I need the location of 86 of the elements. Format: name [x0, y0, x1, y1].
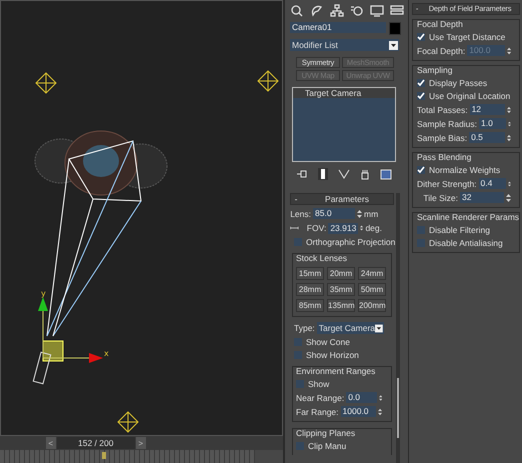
unit-label: deg. — [365, 223, 382, 233]
lens-button[interactable]: 50mm — [358, 283, 386, 296]
spinner-field[interactable]: 12 — [470, 104, 506, 115]
axis-label: y — [41, 289, 46, 298]
checkbox-label: Show Cone — [306, 337, 350, 347]
type-label: Type: — [294, 323, 315, 333]
helper-icon — [117, 411, 139, 433]
unique-icon[interactable] — [338, 169, 350, 179]
modifier-stack[interactable]: Target Camera — [292, 87, 396, 162]
checkbox-label: Orthographic Projection — [306, 237, 396, 247]
axis-label: x — [104, 349, 109, 358]
spinner-icon[interactable] — [357, 208, 362, 218]
previous-frame-button[interactable]: < — [46, 437, 56, 449]
pin-stack-icon[interactable] — [296, 169, 308, 179]
lens-button[interactable]: 20mm — [327, 267, 355, 280]
object-color-swatch[interactable] — [389, 22, 401, 35]
display-icon[interactable] — [370, 4, 384, 17]
spinner-field[interactable]: 0.5 — [469, 132, 506, 143]
motion-icon[interactable] — [350, 4, 364, 17]
spinner-label: Far Range: — [296, 406, 339, 416]
hierarchy-icon[interactable] — [330, 4, 344, 17]
range-field[interactable]: 1000.0 — [340, 406, 376, 417]
checkbox-label: Display Passes — [429, 78, 488, 88]
spinner-label: Tile Size: — [423, 192, 458, 202]
lens-button[interactable]: 200mm — [358, 299, 386, 312]
dropdown-arrow-icon — [389, 40, 398, 50]
checkbox-label: Show — [308, 379, 330, 389]
checkbox-label: Clip Manu — [308, 441, 346, 451]
spinner-field[interactable]: 0.4 — [478, 178, 506, 189]
lens-label: Lens: — [290, 208, 311, 218]
next-frame-button[interactable]: > — [136, 437, 146, 449]
lens-button[interactable]: 24mm — [358, 267, 386, 280]
checkbox-label: Use Target Distance — [429, 32, 506, 42]
spinner-label: Near Range: — [296, 392, 344, 402]
group-title: Pass Blending — [417, 152, 472, 162]
helper-icon — [257, 70, 279, 92]
create-icon[interactable] — [290, 4, 304, 17]
spinner-field[interactable]: 32 — [460, 192, 504, 203]
lens-button[interactable]: 35mm — [327, 283, 355, 296]
lens-button[interactable]: 15mm — [296, 267, 324, 280]
axis-gizmo-icon — [38, 297, 103, 363]
lens-button[interactable]: 28mm — [296, 283, 324, 296]
fov-label: FOV: — [306, 223, 326, 233]
group-title: Clipping Planes — [296, 428, 356, 438]
object-name-field[interactable]: Camera01 — [290, 22, 386, 33]
checkbox[interactable] — [417, 166, 425, 174]
show-end-result-icon[interactable] — [318, 168, 328, 180]
fov-field[interactable]: 23.913 — [328, 222, 358, 234]
checkbox[interactable] — [417, 79, 425, 87]
time-slider[interactable]: 152 / 200 — [56, 437, 135, 449]
range-field[interactable]: 0.0 — [346, 392, 377, 403]
modify-icon[interactable] — [310, 4, 324, 17]
spinner-icon[interactable] — [506, 192, 511, 202]
checkbox-label: Show Horizon — [306, 350, 359, 360]
camera-type-dropdown[interactable]: Target Camera — [316, 322, 384, 334]
group-title: Sampling — [417, 65, 454, 75]
spinner-label: Sample Bias: — [417, 132, 468, 142]
rollout-header[interactable]: - Parameters — [290, 193, 394, 205]
checkbox[interactable] — [417, 33, 425, 41]
viewport[interactable]: y x — [0, 0, 283, 436]
group-title: Stock Lenses — [296, 253, 348, 263]
frame-marker — [102, 452, 106, 459]
track-bar[interactable] — [0, 450, 255, 463]
checkbox-label: Disable Filtering — [429, 225, 490, 235]
spinner-label: Dither Strength: — [417, 178, 477, 188]
utilities-icon[interactable] — [390, 4, 404, 17]
dropdown-arrow-icon — [375, 324, 383, 332]
spinner-label: Total Passes: — [417, 104, 468, 114]
configure-sets-icon[interactable] — [380, 168, 392, 180]
spinner-label: Sample Radius: — [417, 118, 478, 128]
remove-modifier-icon[interactable] — [360, 168, 370, 180]
lens-button[interactable]: 85mm — [296, 299, 324, 312]
checkbox-label: Normalize Weights — [429, 165, 500, 175]
modifier-list-dropdown[interactable]: Modifier List — [290, 39, 399, 51]
group-title: Focal Depth — [417, 19, 464, 29]
spinner-label: Focal Depth: — [417, 46, 466, 56]
helper-icon — [35, 72, 57, 94]
checkbox[interactable] — [417, 92, 425, 100]
spinner-field[interactable]: 1.0 — [479, 118, 506, 129]
checkbox-label: Use Original Location — [429, 91, 510, 101]
checkbox-label: Disable Antialiasing — [429, 238, 503, 248]
lens-button[interactable]: 135mm — [327, 299, 355, 312]
unit-label: mm — [364, 208, 380, 218]
group-title: Environment Ranges — [296, 366, 376, 376]
lens-field[interactable]: 85.0 — [313, 208, 355, 219]
stack-item[interactable]: Target Camera — [293, 88, 395, 98]
